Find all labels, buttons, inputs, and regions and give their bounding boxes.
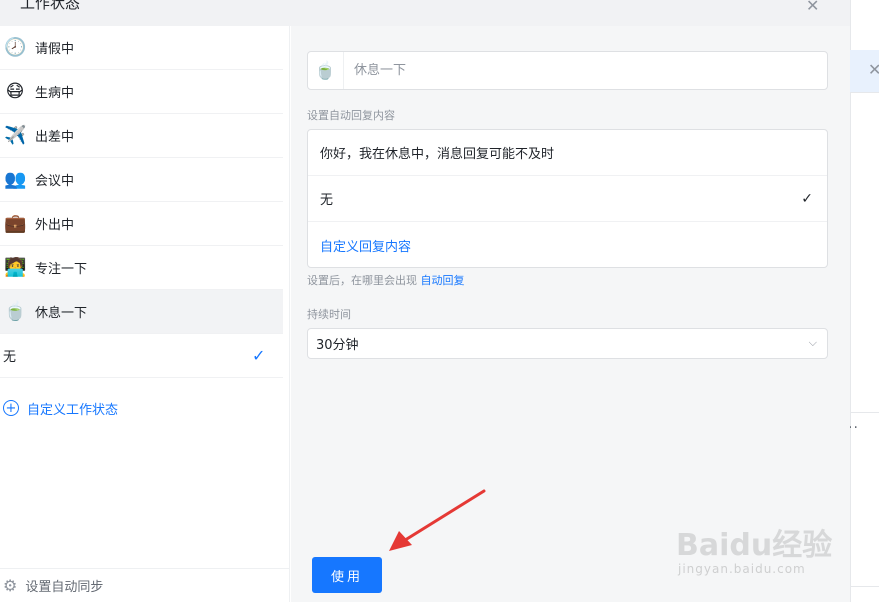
gear-icon: ⚙ [3,576,18,595]
background-divider [851,412,879,413]
background-divider [851,92,879,93]
status-item-break[interactable]: 🍵 休息一下 [0,290,283,334]
status-item-label: 无 [3,350,17,365]
focus-person-icon: 🧑‍💻 [4,256,27,278]
status-item-label: 外出中 [35,218,75,233]
status-item-label: 出差中 [35,130,75,145]
reply-option-label: 无 [320,193,334,208]
duration-value: 30分钟 [316,338,359,353]
status-name-input[interactable] [344,63,744,78]
meeting-icon: 👥 [4,168,27,190]
background-close-icon: ✕ [868,60,879,79]
auto-sync-settings[interactable]: ⚙ 设置自动同步 [3,576,103,595]
use-button[interactable]: 使用 [312,557,382,593]
chevron-down-icon: ⌵ [808,336,817,349]
work-status-dialog: 工作状态 ✕ 🕗 请假中 😷 生病中 ✈️ 出差中 👥 会议中 💼 外出中 🧑‍… [0,0,850,602]
auto-sync-label: 设置自动同步 [25,580,104,595]
status-item-label: 休息一下 [35,306,88,321]
close-icon[interactable]: ✕ [806,0,819,15]
status-list-panel: 🕗 请假中 😷 生病中 ✈️ 出差中 👥 会议中 💼 外出中 🧑‍💻 专注一下 … [0,26,290,602]
status-item-none[interactable]: 无 ✓ [0,334,283,378]
status-item-label: 专注一下 [35,262,88,277]
status-item-out[interactable]: 💼 外出中 [0,202,283,246]
reply-option-label: 自定义回复内容 [320,239,412,255]
checkmark-icon: ✓ [801,190,813,207]
background-divider [851,586,879,587]
status-item-label: 生病中 [35,86,75,101]
custom-status-link[interactable]: + 自定义工作状态 [3,390,118,426]
clock-icon: 🕗 [4,36,27,58]
hint-text: 设置后，在哪里会出现 [307,274,417,287]
duration-label: 持续时间 [307,308,351,321]
checkmark-icon: ✓ [252,346,266,365]
status-item-label: 会议中 [35,174,75,189]
reply-option-none[interactable]: 无 ✓ [308,176,827,222]
status-item-leave[interactable]: 🕗 请假中 [0,26,283,70]
divider [0,568,290,569]
mask-face-icon: 😷 [5,80,25,102]
auto-reply-options: 你好，我在休息中，消息回复可能不及时 无 ✓ 自定义回复内容 [307,129,828,268]
tea-cup-icon: 🍵 [4,300,27,322]
status-item-focus[interactable]: 🧑‍💻 专注一下 [0,246,283,290]
dialog-header: 工作状态 ✕ [0,0,850,26]
status-item-business-trip[interactable]: ✈️ 出差中 [0,114,283,158]
status-form-panel: 🍵 设置自动回复内容 你好，我在休息中，消息回复可能不及时 无 ✓ 自定义回复内… [291,26,850,602]
status-name-field: 🍵 [307,51,828,90]
reply-option-custom[interactable]: 自定义回复内容 [308,222,827,268]
dialog-title: 工作状态 [20,0,81,12]
auto-reply-help-link[interactable]: 自动回复 [421,274,465,287]
auto-reply-label: 设置自动回复内容 [307,109,395,122]
status-item-sick[interactable]: 😷 生病中 [0,70,283,114]
reply-option-busy[interactable]: 你好，我在休息中，消息回复可能不及时 [308,130,827,176]
briefcase-icon: 💼 [4,212,27,234]
status-item-label: 请假中 [35,42,75,57]
custom-status-label: 自定义工作状态 [27,402,119,418]
auto-reply-hint: 设置后，在哪里会出现 自动回复 [307,272,465,288]
duration-select[interactable]: 30分钟 ⌵ [307,328,828,359]
reply-option-label: 你好，我在休息中，消息回复可能不及时 [320,147,555,162]
plus-circle-icon: + [3,400,19,416]
status-item-meeting[interactable]: 👥 会议中 [0,158,283,202]
tea-cup-icon[interactable]: 🍵 [308,52,344,89]
airplane-icon: ✈️ [4,124,27,146]
